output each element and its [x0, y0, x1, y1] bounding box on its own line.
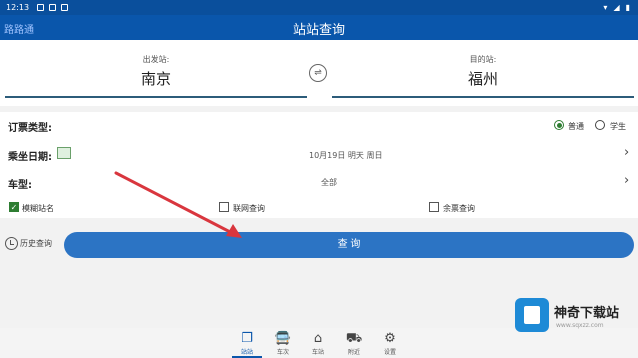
notification-icon-2 [49, 4, 57, 11]
battery-icon: ▮ [625, 3, 630, 12]
network-checkbox[interactable] [219, 202, 229, 212]
nav-label: 车次 [276, 349, 289, 356]
watermark: 神奇下载站 www.sqxzz.com [513, 296, 633, 336]
to-station-label: 目的站: [469, 55, 497, 64]
nav-label: 站站 [240, 349, 253, 356]
status-bar: 12:13 ▾ ◢ ▮ [0, 0, 638, 15]
train-type-value[interactable]: 全部 [321, 177, 337, 188]
gear-icon: ⚙ [384, 331, 396, 346]
train-type-label: 车型: [8, 180, 32, 191]
nav-item-station-station[interactable]: ❐ 站站 [232, 331, 262, 358]
network-label: 联网查询 [233, 204, 265, 213]
radio-normal[interactable] [554, 120, 564, 130]
remaining-label: 余票查询 [443, 204, 475, 213]
to-station-value: 福州 [467, 70, 498, 88]
nav-label: 附近 [347, 349, 360, 356]
history-label: 历史查询 [20, 239, 52, 248]
nav-label: 车站 [311, 349, 324, 356]
notification-icon-3 [61, 4, 69, 11]
notification-icon [37, 4, 45, 11]
watermark-url: www.sqxzz.com [556, 322, 604, 329]
wifi-icon: ▾ [603, 3, 608, 12]
status-right: ▾ ◢ ▮ [603, 3, 630, 12]
date-label: 乘坐日期: [8, 152, 52, 163]
chevron-right-icon[interactable]: › [624, 145, 629, 160]
nav-item-settings[interactable]: ⚙ 设置 [375, 331, 405, 356]
app-bar: 路路通 站站查询 [0, 15, 638, 40]
cart-icon: ⛟ [345, 331, 363, 346]
chevron-right-icon-2[interactable]: › [624, 173, 629, 188]
calendar-icon[interactable] [57, 147, 71, 159]
signal-icon: ◢ [613, 3, 620, 12]
home-icon: ⌂ [313, 331, 323, 346]
remaining-checkbox[interactable] [429, 202, 439, 212]
history-icon [5, 237, 18, 250]
query-form [0, 112, 638, 218]
date-value[interactable]: 10月19日 明天 周日 [309, 150, 382, 161]
radio-student[interactable] [595, 120, 605, 130]
nav-item-train[interactable]: 🚍 车次 [268, 331, 298, 356]
watermark-name: 神奇下载站 [554, 306, 620, 321]
from-station-field[interactable]: 出发站: 南京 [5, 40, 307, 98]
page-title: 站站查询 [292, 23, 345, 38]
watermark-logo [515, 298, 549, 332]
nav-label: 设置 [383, 349, 396, 356]
copy-icon: ❐ [241, 331, 253, 346]
radio-normal-label: 普通 [568, 122, 584, 131]
history-button[interactable]: 历史查询 [5, 237, 52, 250]
ticket-type-label: 订票类型: [8, 123, 52, 134]
status-time: 12:13 [6, 3, 30, 12]
radio-student-label: 学生 [610, 122, 626, 131]
from-station-label: 出发站: [142, 55, 170, 64]
from-station-value: 南京 [140, 70, 171, 88]
nav-item-station[interactable]: ⌂ 车站 [303, 331, 333, 356]
fuzzy-label: 模糊站名 [22, 204, 54, 213]
fuzzy-checkbox[interactable]: ✓ [9, 202, 19, 212]
query-button[interactable]: 查 询 [64, 232, 634, 258]
swap-icon[interactable]: ⇌ [309, 64, 327, 82]
train-icon: 🚍 [274, 331, 292, 346]
nav-item-nearby[interactable]: ⛟ 附近 [339, 331, 369, 356]
to-station-field[interactable]: 目的站: 福州 [332, 40, 634, 98]
